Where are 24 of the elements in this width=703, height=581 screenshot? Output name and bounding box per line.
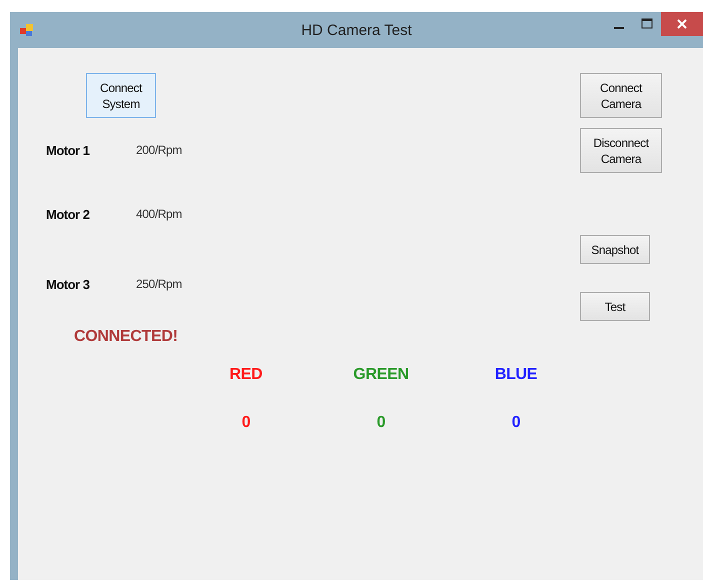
motor-label: Motor 1	[46, 142, 91, 158]
motor-label: Motor 2	[46, 206, 90, 222]
motor-speed: 250/Rpm	[136, 277, 182, 291]
channel-value: 0	[512, 414, 520, 432]
close-button[interactable]	[661, 12, 703, 36]
window-title: HD Camera Test	[300, 22, 413, 39]
motor-label: Motor 3	[46, 276, 90, 292]
channel-label: RED	[230, 366, 262, 384]
disconnect-camera-button[interactable]: Disconnect Camera	[580, 128, 662, 173]
minimize-icon	[614, 27, 624, 29]
motor-speed: 400/Rpm	[136, 207, 182, 221]
connect-system-button[interactable]: Connect System	[86, 73, 156, 118]
test-button[interactable]: Test	[580, 292, 650, 321]
connect-camera-button[interactable]: Connect Camera	[580, 73, 662, 118]
channel-label: GREEN	[353, 366, 409, 384]
status-label: CONNECTED!	[74, 328, 178, 346]
app-icon	[20, 23, 34, 37]
snapshot-button[interactable]: Snapshot	[580, 235, 650, 264]
channel-value: 0	[376, 414, 386, 432]
motor-speed: 200/Rpm	[136, 143, 182, 157]
close-icon	[676, 18, 688, 30]
channel-label: BLUE	[494, 366, 538, 384]
maximize-icon	[641, 18, 653, 30]
channel-value: 0	[242, 414, 250, 432]
